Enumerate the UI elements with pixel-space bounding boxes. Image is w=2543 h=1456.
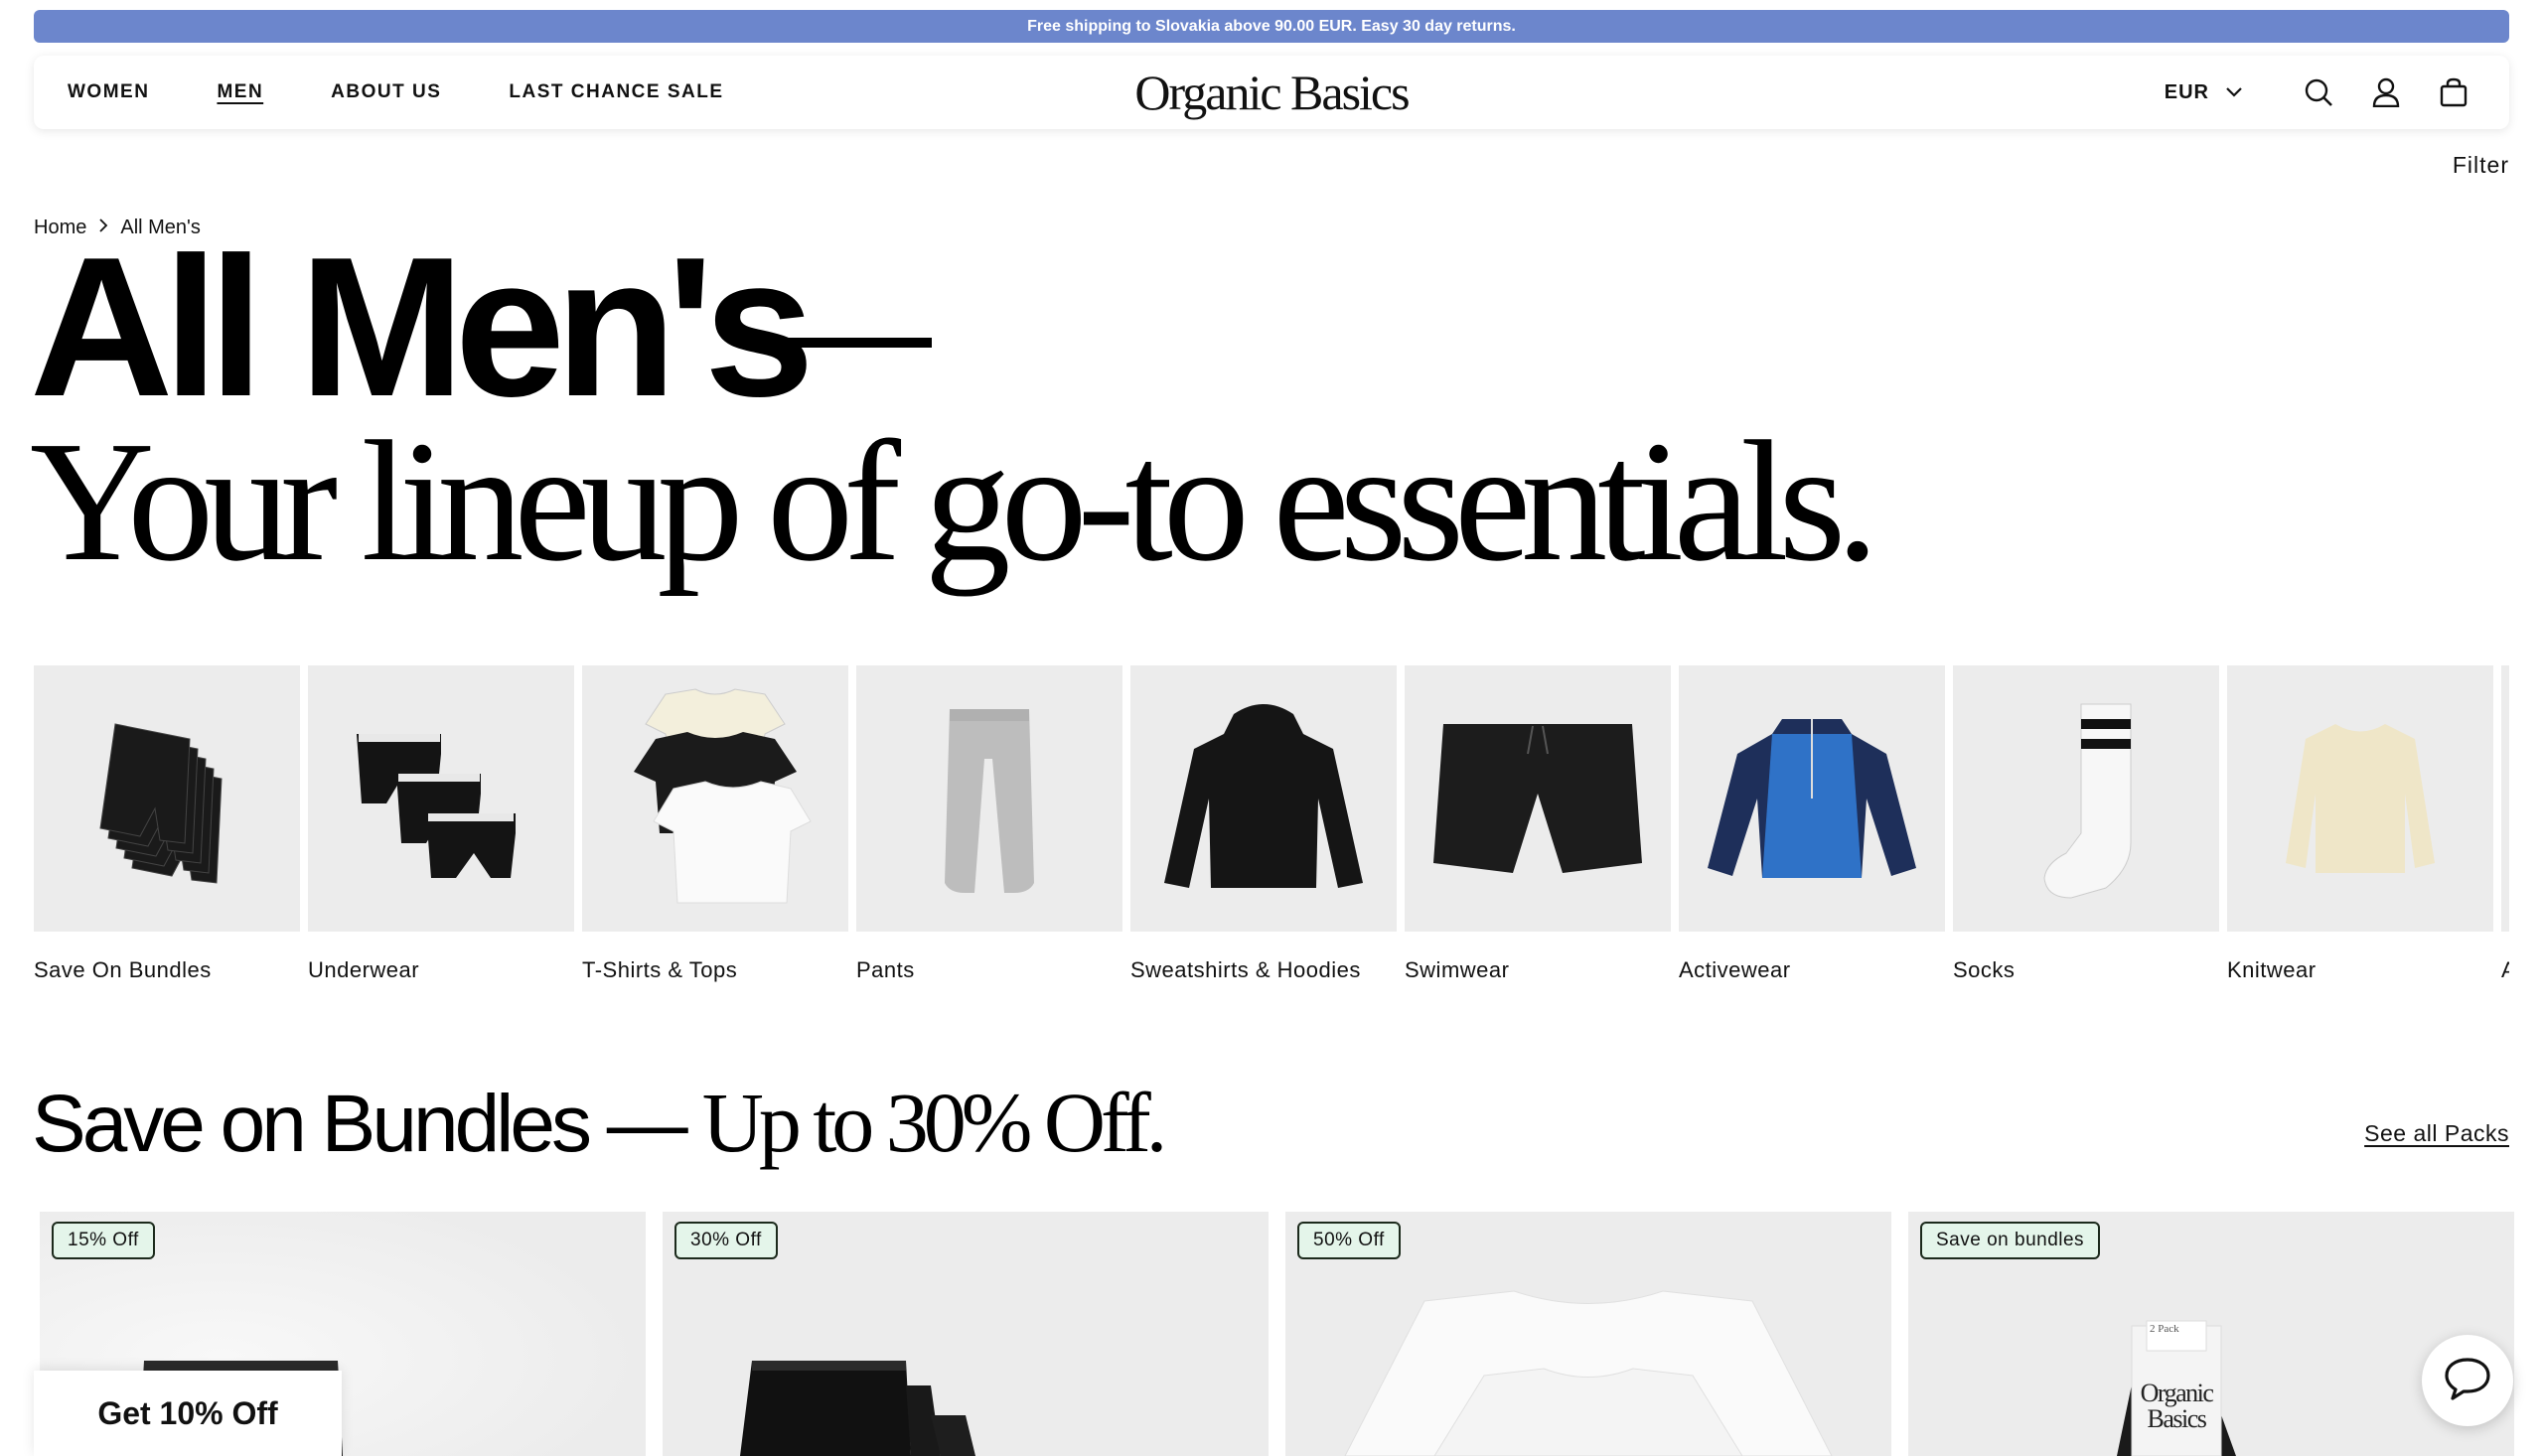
discount-badge: 30% Off [674,1222,778,1259]
bundles-title: Save on Bundles — [32,1079,688,1169]
category-label: Swimwear [1405,957,1510,982]
category-label: Sweatshirts & Hoodies [1130,957,1361,982]
promo-text: Free shipping to Slovakia above 90.00 EU… [1027,17,1516,35]
category-tshirts-tops[interactable]: T-Shirts & Tops [582,665,848,983]
nav-about-us[interactable]: ABOUT US [331,81,441,103]
bundles-heading: Save on Bundles — Up to 30% Off. [32,1073,1167,1172]
nav-women[interactable]: WOMEN [68,81,149,103]
chat-button[interactable] [2422,1335,2513,1426]
title-dash [751,338,932,348]
boxer-stack-icon [34,665,300,932]
bundles-subtitle: Up to 30% Off. [701,1075,1167,1170]
boxer-briefs-icon [308,665,574,932]
currency-label: EUR [2164,80,2209,103]
bag-icon[interactable] [2438,76,2469,108]
site-logo[interactable]: Organic Basics [1134,64,1410,121]
search-icon[interactable] [2303,76,2334,108]
category-underwear[interactable]: Underwear [308,665,574,983]
site-header: WOMEN MEN ABOUT US LAST CHANCE SALE Orga… [34,56,2509,129]
category-knitwear[interactable]: Knitwear [2227,665,2493,983]
product-card[interactable]: 30% Off [663,1212,1269,1456]
account-icon[interactable] [2370,76,2402,108]
product-card[interactable]: 50% Off [1285,1212,1891,1456]
category-partial[interactable]: A [2501,665,2509,983]
category-label: T-Shirts & Tops [582,957,738,982]
category-label: Underwear [308,957,420,982]
main-nav: WOMEN MEN ABOUT US LAST CHANCE SALE [68,56,724,129]
currency-selector[interactable]: EUR [2165,81,2243,104]
category-label: A [2501,957,2509,982]
hoodie-icon [1130,665,1397,932]
nav-men[interactable]: MEN [217,81,263,103]
category-pants[interactable]: Pants [856,665,1122,983]
swim-shorts-icon [1405,665,1671,932]
category-carousel: Save On Bundles Underwear T-Shirts & Top… [34,665,2509,993]
discount-popup-tab[interactable]: Get 10% Off [34,1371,342,1456]
sweatpants-icon [856,665,1122,932]
category-sweatshirts-hoodies[interactable]: Sweatshirts & Hoodies [1130,665,1397,983]
category-label: Pants [856,957,915,982]
discount-badge: 50% Off [1297,1222,1401,1259]
package-label: 2 Pack [2150,1323,2179,1335]
see-all-packs-link[interactable]: See all Packs [2364,1120,2509,1147]
category-activewear[interactable]: Activewear [1679,665,1945,983]
sock-icon [1953,665,2219,932]
category-label: Socks [1953,957,2016,982]
nav-last-chance-sale[interactable]: LAST CHANCE SALE [509,81,723,103]
package-brand-text: Organic Basics [2140,1379,2214,1433]
half-zip-jacket-icon [1679,665,1945,932]
bundle-products: 15% Off 30% Off 50% Off 2 Pack Organic B… [40,1212,2514,1456]
tshirt-stack-icon [582,665,848,932]
category-save-on-bundles[interactable]: Save On Bundles [34,665,300,983]
chat-icon [2443,1356,2492,1406]
chevron-down-icon [2225,81,2243,104]
category-socks[interactable]: Socks [1953,665,2219,983]
promo-bar: Free shipping to Slovakia above 90.00 EU… [34,10,2509,43]
page-subtitle: Your lineup of go-to essentials. [30,405,1879,597]
category-label: Save On Bundles [34,957,212,982]
filter-button[interactable]: Filter [2453,152,2509,179]
category-label: Activewear [1679,957,1791,982]
sweater-icon [2227,665,2493,932]
discount-badge: Save on bundles [1920,1222,2101,1259]
discount-popup-label: Get 10% Off [97,1394,278,1431]
category-swimwear[interactable]: Swimwear [1405,665,1671,983]
header-actions: EUR [2165,56,2469,129]
discount-badge: 15% Off [52,1222,155,1259]
partial-item-icon [2501,665,2509,932]
product-card[interactable]: 2 Pack Organic Basics Save on bundles [1908,1212,2514,1456]
category-label: Knitwear [2227,957,2317,982]
page-title: All Men's [30,217,815,438]
